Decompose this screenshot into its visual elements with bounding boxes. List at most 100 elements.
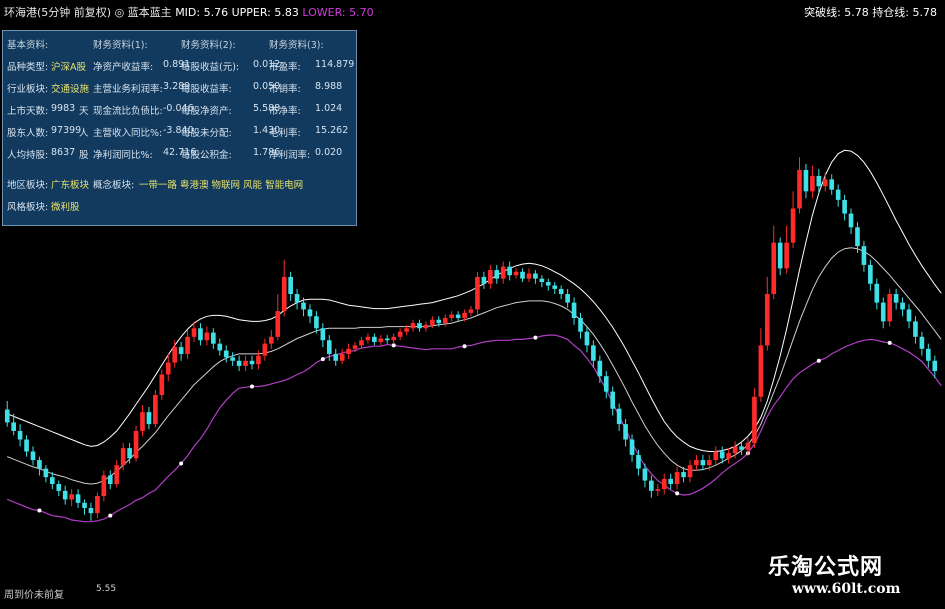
stock-info-panel: 基本资料: 财务资料(1): 财务资料(2): 财务资料(3): 品种类型: 沪深A股 净资… <box>2 30 357 226</box>
watermark-url: www.60lt.com <box>792 581 901 597</box>
candle-down <box>217 343 223 351</box>
candle-up <box>95 496 100 514</box>
candle-down <box>455 314 461 318</box>
candle-down <box>565 294 570 303</box>
candle-up <box>397 331 403 337</box>
candle-up <box>262 343 268 356</box>
candle-down <box>320 328 326 341</box>
panel-value: 微利股 <box>51 202 80 213</box>
candle-up <box>191 328 197 337</box>
candle-up <box>726 453 731 459</box>
candle-down <box>417 323 422 329</box>
candle-down <box>603 376 609 392</box>
panel-label: 净利润率: <box>269 150 311 161</box>
panel-label: 每股收益率: <box>181 84 232 95</box>
candle-down <box>855 227 860 247</box>
candle-up <box>475 276 480 310</box>
candle-down <box>552 285 558 289</box>
candle-up <box>810 175 815 192</box>
lower-band-marker <box>249 384 254 389</box>
candle-down <box>558 288 564 295</box>
candle-up <box>462 312 467 318</box>
candle-up <box>771 242 777 295</box>
candle-down <box>642 468 648 481</box>
panel-label: 毛利率: <box>269 128 301 139</box>
candle-up <box>430 319 435 325</box>
candle-down <box>739 446 744 450</box>
candle-down <box>436 319 442 324</box>
candle-down <box>545 282 551 286</box>
upper-value: UPPER: 5.83 <box>231 6 299 19</box>
candle-down <box>874 283 880 303</box>
candle-down <box>75 494 81 503</box>
candle-down <box>636 454 641 469</box>
candle-up <box>707 460 712 466</box>
lower-band-marker <box>887 340 892 345</box>
panel-label: 净资产收益率: <box>93 62 154 73</box>
panel-label: 每股公积金: <box>181 150 232 161</box>
candle-up <box>713 451 719 461</box>
candle-down <box>578 318 583 332</box>
lower-band-marker <box>816 358 821 363</box>
breakout-line-value: 突破线: 5.78 <box>804 6 869 19</box>
indicator-header: 环海港(5分钟 前复权) ◎ 蓝本蓝主 MID: 5.76 UPPER: 5.8… <box>0 0 945 26</box>
candle-up <box>268 336 274 344</box>
candle-down <box>835 189 841 200</box>
candle-up <box>797 169 802 209</box>
candle-down <box>56 484 62 491</box>
candle-down <box>700 460 706 466</box>
lower-band-marker <box>179 461 184 466</box>
candle-down <box>591 345 596 361</box>
candle-up <box>391 336 397 341</box>
lower-band-marker <box>108 513 113 518</box>
candle-up <box>745 442 751 450</box>
candle-up <box>172 347 178 363</box>
candle-up <box>153 395 158 425</box>
candle-down <box>681 472 686 478</box>
lower-band-marker <box>391 343 396 348</box>
indicator-name: ◎ 蓝本蓝主 <box>114 6 172 19</box>
candle-down <box>571 302 577 318</box>
candle-up <box>281 276 287 312</box>
panel-label: 行业板块: <box>7 84 49 95</box>
candle-up <box>133 430 139 459</box>
candle-up <box>784 242 789 269</box>
candle-down <box>249 360 255 365</box>
candle-down <box>333 353 339 361</box>
candle-up <box>887 294 893 322</box>
candle-up <box>404 328 409 332</box>
candle-down <box>24 439 29 452</box>
panel-label: 每股未分配: <box>181 128 232 139</box>
candle-up <box>275 311 281 337</box>
candle-up <box>758 345 764 397</box>
candle-down <box>777 242 783 269</box>
candle-up <box>140 412 145 431</box>
candle-down <box>900 302 905 310</box>
candle-down <box>307 309 313 317</box>
candle-up <box>449 314 454 318</box>
panel-label: 风格板块: <box>7 202 49 213</box>
candle-down <box>520 271 525 279</box>
candle-down <box>597 360 603 377</box>
panel-value: 1.024 <box>315 103 343 114</box>
candle-up <box>513 271 519 276</box>
candle-down <box>481 276 487 284</box>
panel-label: 主营业务利润率: <box>93 84 163 95</box>
candle-down <box>107 475 113 485</box>
candle-down <box>198 328 203 341</box>
candle-down <box>230 357 235 361</box>
candle-down <box>62 490 68 500</box>
candle-up <box>339 353 345 361</box>
candle-down <box>49 477 55 485</box>
candle-up <box>352 345 358 349</box>
panel-label: 主营收入同比%: <box>93 128 163 139</box>
candle-up <box>674 472 680 485</box>
candle-up <box>69 494 74 500</box>
panel-label: 市销率: <box>269 84 301 95</box>
lower-value: LOWER: 5.70 <box>302 6 374 19</box>
panel-label: 上市天数: <box>7 106 49 117</box>
candle-down <box>584 331 590 346</box>
candle-up <box>185 336 190 354</box>
position-line-value: 持仓线: 5.78 <box>872 6 937 19</box>
panel-value: 交通设施 <box>51 84 90 95</box>
